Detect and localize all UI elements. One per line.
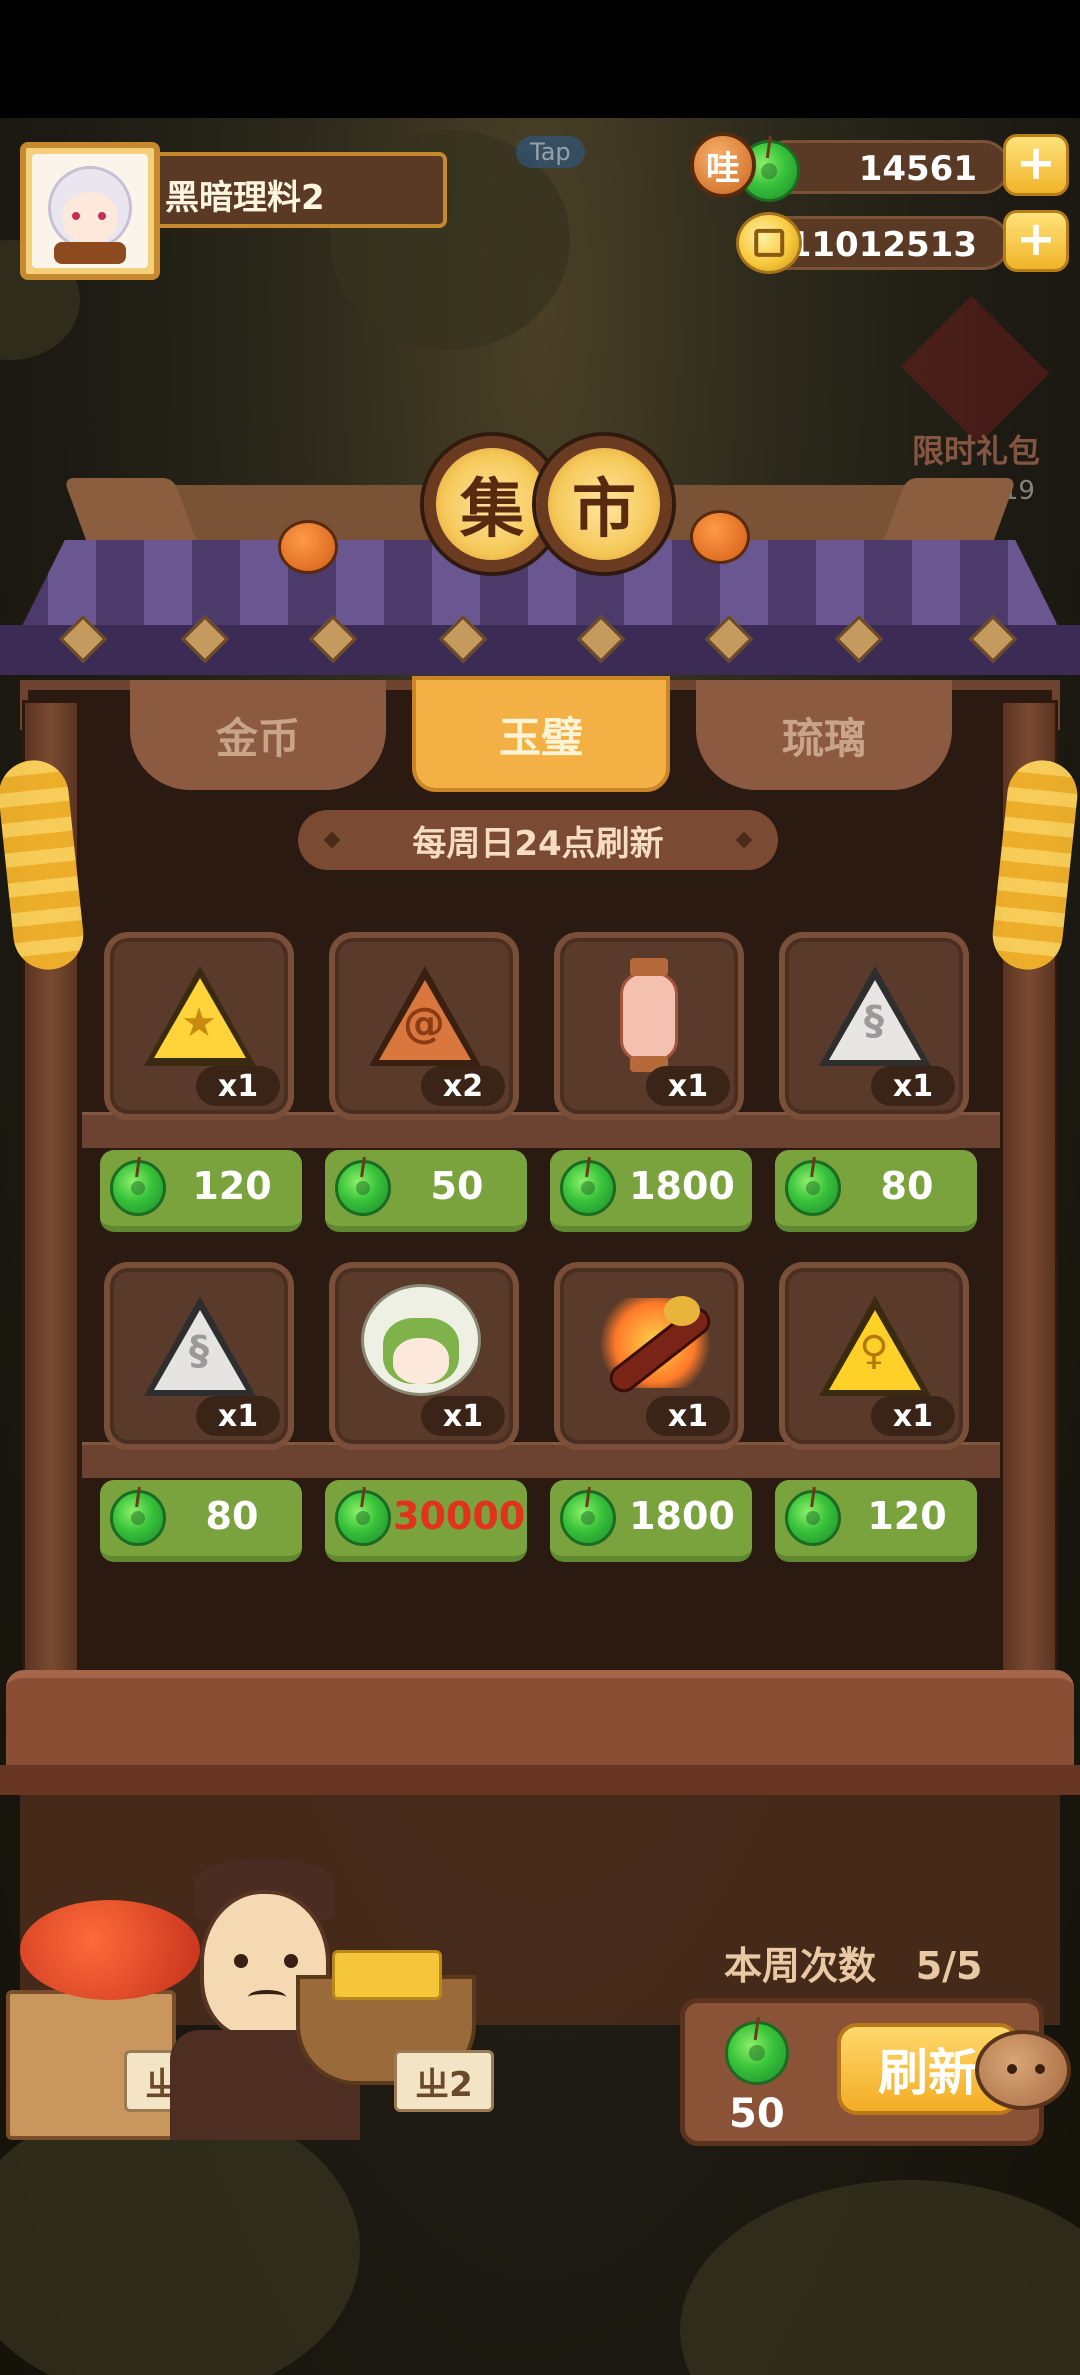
item-qty: x1 — [871, 1396, 955, 1436]
avatar-eye-right — [98, 212, 106, 220]
price-tag-right: ㄓ2 — [394, 2050, 494, 2112]
item-price: 120 — [192, 1164, 272, 1208]
shop-item-8[interactable]: ♀ x1 — [779, 1262, 969, 1450]
gift-ad-label: 限时礼包 — [912, 432, 1041, 470]
jade-coin-icon — [785, 1156, 841, 1216]
plus-icon: + — [1015, 135, 1057, 191]
price-button-5[interactable]: 80 — [100, 1480, 302, 1562]
refresh-cost: 50 — [729, 2091, 785, 2137]
avatar-eye-left — [72, 212, 80, 220]
ring-glyph: ♀ — [859, 1328, 889, 1374]
item-qty: x1 — [196, 1066, 280, 1106]
player-name-plate[interactable]: 黑暗理料2 — [155, 152, 447, 228]
counter-base — [20, 1795, 1060, 2025]
wa-badge-icon: 哇 — [690, 132, 756, 198]
weekly-refresh-text: 每周日24点刷新 — [412, 823, 664, 864]
jade-coin-icon — [785, 1486, 841, 1546]
item-price: 120 — [867, 1494, 947, 1538]
lantern-cap — [630, 958, 668, 976]
swirl-glyph: § — [189, 1328, 209, 1374]
title-char-2: 市 — [536, 436, 672, 572]
item-price: 50 — [430, 1164, 484, 1208]
tab-jade[interactable]: 玉璧 — [412, 676, 670, 792]
note-dot — [323, 831, 341, 849]
jade-coin-icon — [110, 1486, 166, 1546]
shop-item-4[interactable]: § x1 — [779, 932, 969, 1120]
shop-item-6[interactable]: x1 — [329, 1262, 519, 1450]
item-price: 30000 — [393, 1494, 526, 1538]
player-avatar[interactable] — [20, 142, 160, 280]
limited-gift-ad[interactable]: 限时礼包 43:19 — [900, 295, 1080, 506]
shop-item-7[interactable]: x1 — [554, 1262, 744, 1450]
item-qty: x1 — [646, 1066, 730, 1106]
item-qty: x1 — [196, 1396, 280, 1436]
item-qty: x1 — [871, 1066, 955, 1106]
spiral-glyph: @ — [403, 998, 445, 1047]
shop-item-1[interactable]: ★ x1 — [104, 932, 294, 1120]
price-button-3[interactable]: 1800 — [550, 1150, 752, 1232]
avatar-food — [54, 242, 126, 264]
jade-amount: 14561 — [858, 149, 977, 189]
tofu-block-icon — [332, 1950, 442, 2000]
market-screen: Tap 限时礼包 43:19 黑暗理料2 14561 哇 + 11012513 … — [0, 0, 1080, 2375]
price-button-6[interactable]: 30000 — [325, 1480, 527, 1562]
week-count-value: 5/5 — [915, 1944, 983, 1988]
status-bar — [0, 0, 1080, 118]
note-dot — [735, 831, 753, 849]
week-count-label: 本周次数 — [724, 1944, 877, 1988]
shop-item-2[interactable]: @ x2 — [329, 932, 519, 1120]
tab-glaze[interactable]: 琉璃 — [696, 680, 952, 790]
cloud-glyph: § — [864, 998, 884, 1044]
item-price: 1800 — [629, 1164, 735, 1208]
price-button-4[interactable]: 80 — [775, 1150, 977, 1232]
persimmon-icon — [278, 520, 338, 574]
item-price: 1800 — [629, 1494, 735, 1538]
jade-coin-icon — [560, 1486, 616, 1546]
tomato-pile-icon — [20, 1900, 200, 2000]
vendor-eye-right — [284, 1954, 298, 1968]
add-gold-button[interactable]: + — [1003, 210, 1069, 272]
plus-icon: + — [1015, 211, 1057, 267]
weekly-refresh-count: 本周次数 5/5 — [724, 1935, 982, 1990]
jade-coin-icon — [335, 1156, 391, 1216]
avatar-face — [62, 192, 118, 244]
avatar-background — [32, 154, 148, 268]
roof-trim — [0, 625, 1080, 675]
shop-item-5[interactable]: § x1 — [104, 1262, 294, 1450]
weekly-refresh-note: 每周日24点刷新 — [298, 810, 778, 870]
persimmon-icon — [690, 510, 750, 564]
counter-lip — [0, 1765, 1080, 1795]
tap-hint: Tap — [516, 136, 585, 168]
price-button-7[interactable]: 1800 — [550, 1480, 752, 1562]
item-qty: x1 — [421, 1396, 505, 1436]
price-button-2[interactable]: 50 — [325, 1150, 527, 1232]
pen-ornament — [664, 1296, 700, 1326]
item-price: 80 — [880, 1164, 934, 1208]
vendor-mouth — [248, 1990, 286, 2004]
item-price: 80 — [205, 1494, 259, 1538]
item-qty: x1 — [646, 1396, 730, 1436]
jade-coin-icon — [725, 2016, 789, 2085]
star-glyph: ★ — [181, 1000, 217, 1046]
character-face — [393, 1338, 449, 1384]
add-jade-button[interactable]: + — [1003, 134, 1069, 196]
gold-coin-icon — [736, 212, 802, 274]
lantern-icon — [620, 972, 678, 1062]
gift-box-icon — [900, 295, 1050, 445]
player-name: 黑暗理料2 — [165, 178, 325, 218]
tab-gold-coin[interactable]: 金币 — [130, 680, 386, 790]
shop-item-3[interactable]: x1 — [554, 932, 744, 1120]
jade-coin-icon — [335, 1486, 391, 1546]
price-button-1[interactable]: 120 — [100, 1150, 302, 1232]
price-button-8[interactable]: 120 — [775, 1480, 977, 1562]
jade-coin-icon — [110, 1156, 166, 1216]
steamed-bun-mascot-icon[interactable] — [975, 2030, 1071, 2110]
jade-coin-icon — [560, 1156, 616, 1216]
gold-amount: 11012513 — [787, 225, 977, 265]
vendor-eye-left — [234, 1954, 248, 1968]
item-qty: x2 — [421, 1066, 505, 1106]
